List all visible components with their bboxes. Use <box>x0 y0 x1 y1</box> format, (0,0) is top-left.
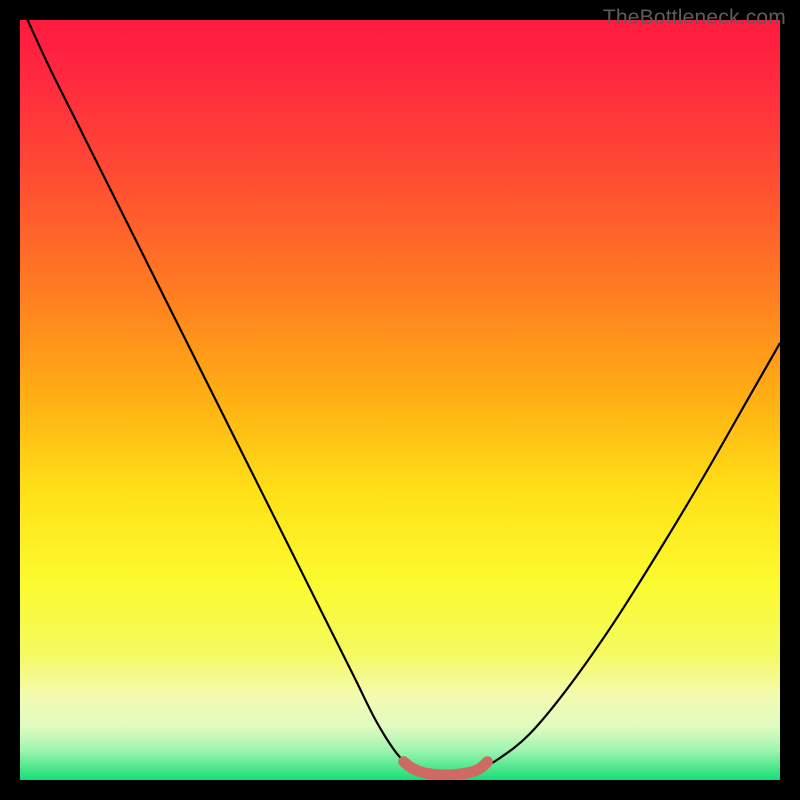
watermark-text: TheBottleneck.com <box>603 6 786 30</box>
bottleneck-chart-svg <box>0 0 800 800</box>
chart-background-gradient <box>20 20 780 780</box>
chart-stage: TheBottleneck.com <box>0 0 800 800</box>
